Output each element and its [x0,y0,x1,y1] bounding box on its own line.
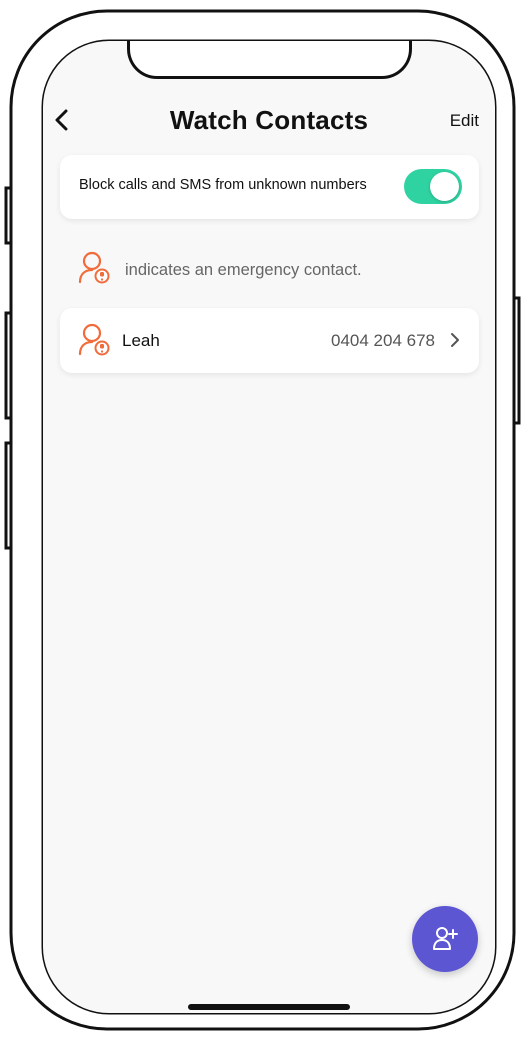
contact-row-leah[interactable]: Leah 0404 204 678 [60,308,479,373]
emergency-contact-icon [78,323,110,356]
emergency-contact-icon [78,251,110,284]
emergency-legend: indicates an emergency contact. [78,251,478,285]
edit-button[interactable]: Edit [450,111,479,131]
add-contact-button[interactable] [412,906,478,972]
chevron-right-icon [451,333,459,347]
block-unknown-label: Block calls and SMS from unknown numbers [79,177,367,193]
legend-text: indicates an emergency contact. [125,261,362,279]
home-indicator [188,1004,350,1010]
toggle-knob [430,172,459,201]
block-unknown-toggle[interactable] [404,169,462,204]
block-unknown-card: Block calls and SMS from unknown numbers [60,155,479,219]
phone-notch [127,41,412,79]
add-contact-icon [433,927,458,950]
phone-mockup: Watch Contacts Edit Block calls and SMS … [0,0,525,1039]
app-screen: Watch Contacts Edit Block calls and SMS … [43,41,495,1013]
contact-phone: 0404 204 678 [331,331,435,350]
contact-name: Leah [122,331,160,350]
nav-header: Watch Contacts Edit [43,101,495,141]
page-title: Watch Contacts [169,105,369,135]
